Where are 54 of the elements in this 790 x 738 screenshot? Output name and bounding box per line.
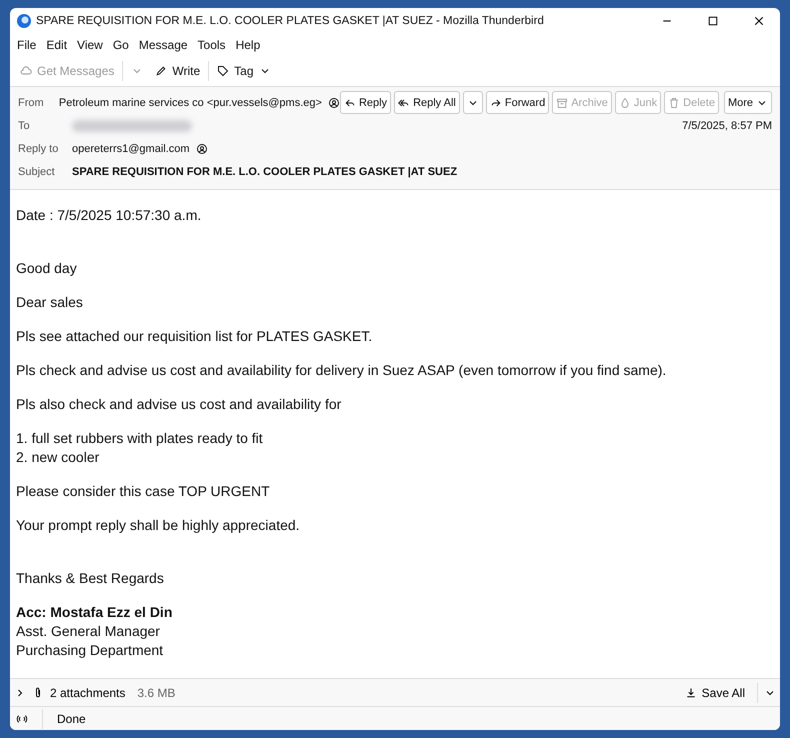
body-text: Pls see attached our requisition list for PLATES GASKET.	[16, 327, 374, 346]
cloud-icon	[20, 65, 32, 77]
body-text: 1. full set rubbers with plates ready to fit	[16, 429, 264, 448]
toolbar-button[interactable]: Write	[151, 61, 204, 81]
toolbar-button[interactable]: Tag	[213, 61, 275, 81]
body-text: Asst. General Manager	[16, 622, 161, 641]
body-text: Date : 7/5/2025 10:57:30 a.m.	[16, 206, 202, 225]
download-icon	[684, 686, 697, 698]
body-text: Acc: Mostafa Ezz el Din	[16, 603, 174, 622]
to-label: To	[18, 120, 31, 132]
tag-icon	[217, 65, 230, 77]
attachment-count: 2 attachments	[50, 686, 126, 700]
reply-all-icon	[398, 96, 410, 108]
menu-item[interactable]: Go	[108, 36, 134, 54]
more-button[interactable]: More	[724, 91, 772, 114]
attachment-size: 3.6 MB	[137, 686, 176, 700]
pencil-icon	[155, 65, 168, 77]
from-label: From	[18, 96, 45, 108]
body-text: Pls check and advise us cost and availability for delivery in Suez ASAP (even tomorrow if you find same).	[16, 361, 668, 380]
body-text: Thanks & Best Regards	[16, 569, 165, 588]
body-text: Purchasing Department	[16, 641, 164, 660]
body-text: Dear sales	[16, 293, 84, 312]
status-text: Done	[57, 712, 86, 726]
menu-item[interactable]: Edit	[41, 36, 72, 54]
menu-item[interactable]: File	[12, 36, 42, 54]
archive-icon	[556, 96, 568, 108]
broadcast-icon	[16, 712, 28, 724]
body-text: Your prompt reply shall be highly appreciated.	[16, 516, 301, 535]
save-all-button[interactable]: Save All	[678, 684, 751, 700]
menu-item[interactable]: Message	[134, 36, 193, 54]
sender-address: Petroleum marine services co <pur.vessels@pms.eg>	[58, 96, 322, 108]
body-text: Please consider this case TOP URGENT	[16, 482, 271, 501]
menu-item[interactable]: Help	[230, 36, 266, 54]
reply-button[interactable]: Reply	[340, 91, 392, 114]
maximize-icon	[707, 15, 719, 27]
reply-to-address: opereterrs1@gmail.com	[72, 142, 190, 154]
message-date: 7/5/2025, 8:57 PM	[682, 120, 772, 132]
forward-button[interactable]: Forward	[486, 91, 550, 114]
body-text: 2. new cooler	[16, 448, 100, 467]
menu-item[interactable]: Tools	[192, 36, 231, 54]
subject-label: Subject	[18, 166, 56, 178]
dropdown-button[interactable]	[462, 91, 483, 114]
body-text: Good day	[16, 259, 78, 278]
reply-to-label: Reply to	[18, 142, 60, 154]
window-title: SPARE REQUISITION FOR M.E. L.O. COOLER PLATES GASKET |AT SUEZ - Mozilla Thunderbird	[36, 15, 545, 27]
contact-icon	[328, 96, 340, 108]
menu-item[interactable]: View	[72, 36, 108, 54]
replyall-button[interactable]: Reply All	[394, 91, 460, 114]
body-text: Pls also check and advise us cost and availability for	[16, 395, 342, 414]
app-logo-icon	[16, 13, 32, 29]
subject-text: SPARE REQUISITION FOR M.E. L.O. COOLER PLATES GASKET |AT SUEZ	[72, 166, 458, 178]
close-icon	[753, 15, 765, 27]
trash-icon	[668, 96, 680, 108]
contact-icon	[196, 142, 208, 154]
